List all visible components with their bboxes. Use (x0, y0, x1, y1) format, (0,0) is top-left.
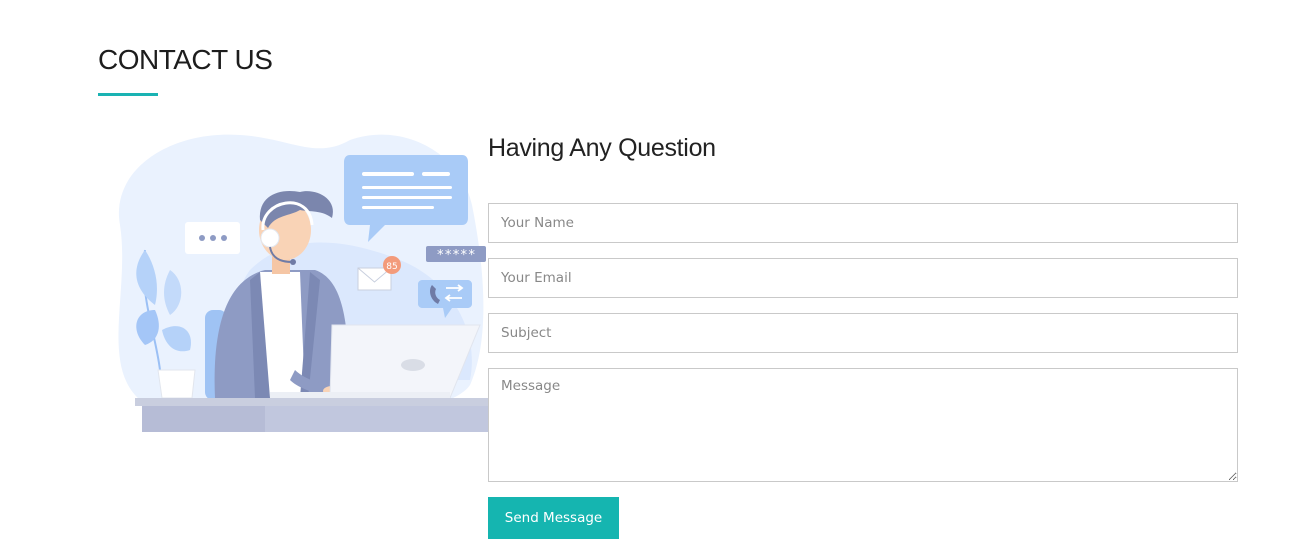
notification-badge-count: 85 (386, 262, 397, 272)
password-bubble-icon: ***** (426, 246, 486, 263)
page-title: CONTACT US (98, 44, 273, 75)
chat-bubble-icon (185, 222, 240, 254)
customer-support-illustration: 85 ***** (118, 134, 490, 432)
email-input[interactable] (488, 258, 1238, 298)
send-message-button[interactable]: Send Message (488, 497, 619, 539)
form-heading: Having Any Question (488, 134, 716, 162)
message-textarea[interactable] (488, 368, 1238, 482)
title-underline (98, 93, 158, 96)
name-input[interactable] (488, 203, 1238, 243)
subject-input[interactable] (488, 313, 1238, 353)
password-mask-text: ***** (436, 248, 475, 263)
